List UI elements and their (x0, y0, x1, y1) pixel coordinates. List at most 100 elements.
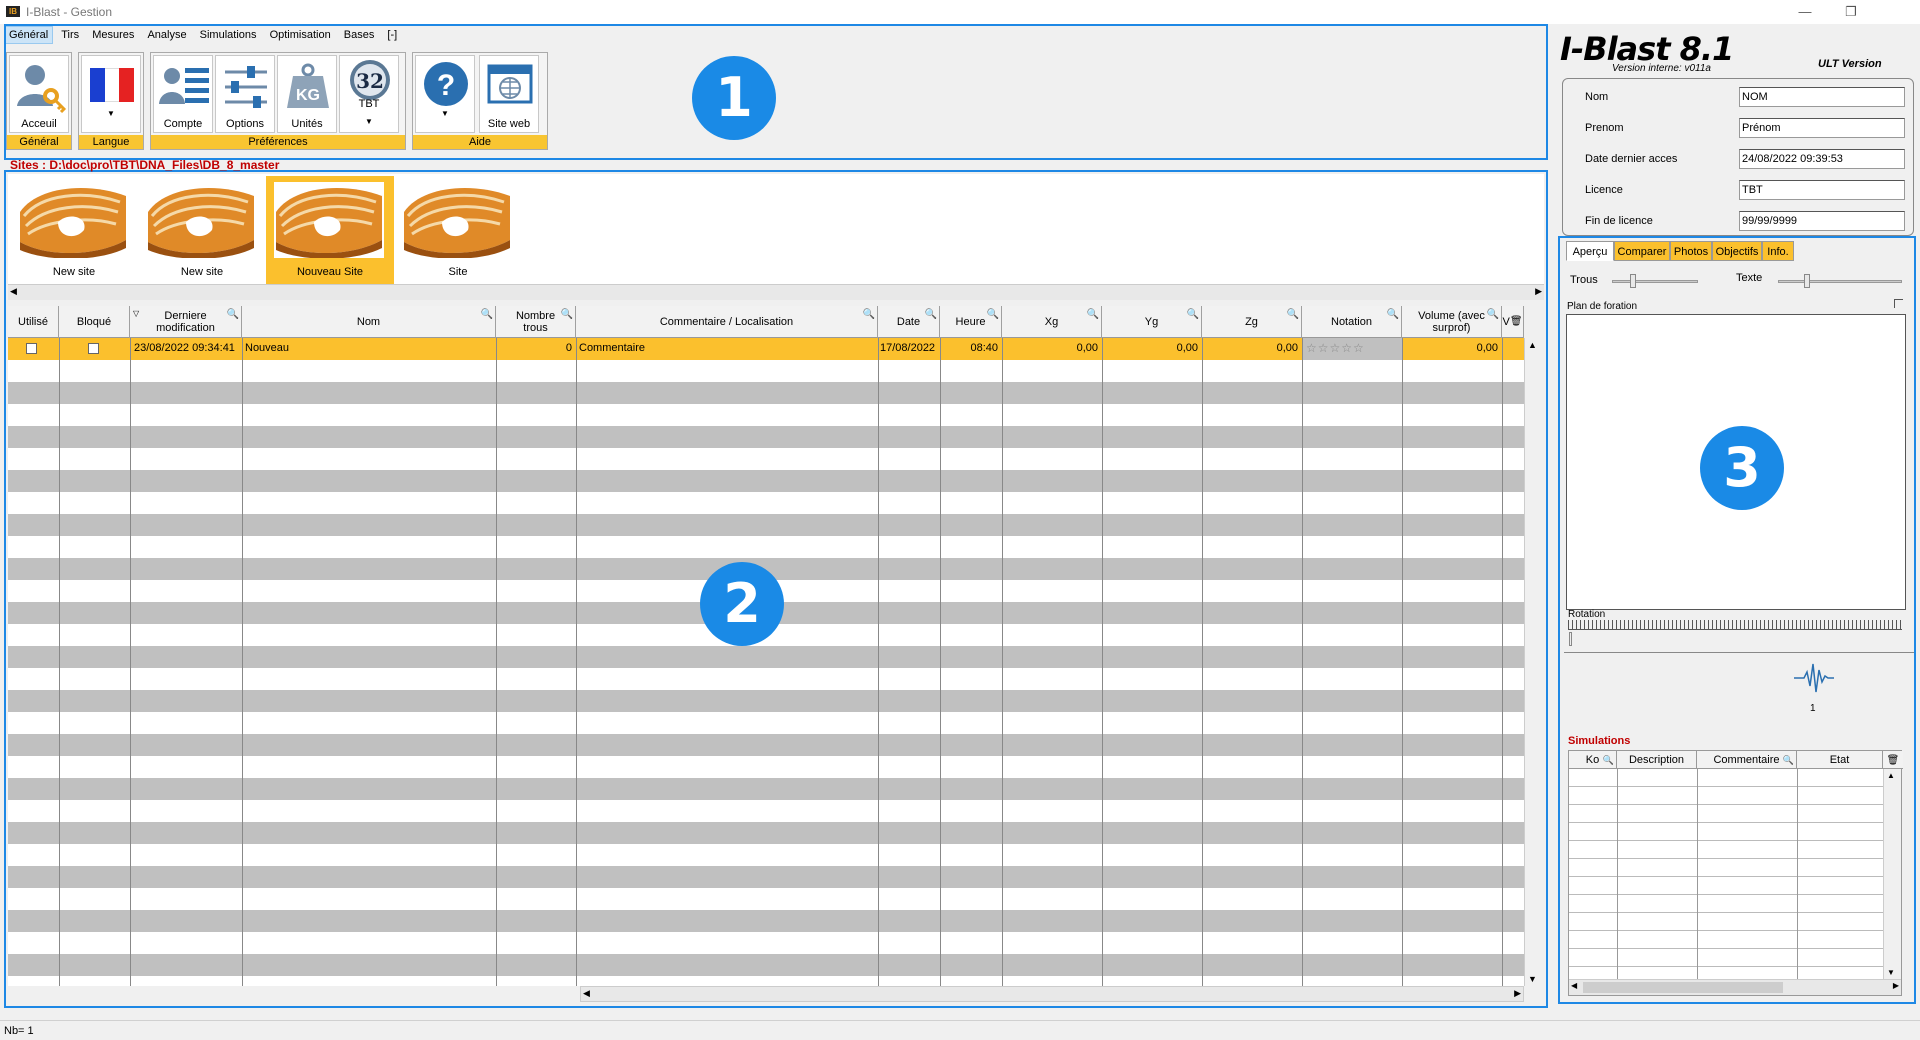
table-row[interactable] (8, 910, 1524, 932)
col-notation[interactable]: Notation 🔍 (1302, 306, 1402, 338)
col-bloque[interactable]: Bloqué (59, 306, 130, 338)
tbt-button[interactable]: 32 TBT ▼ (339, 55, 399, 133)
licence-field[interactable]: TBT (1739, 180, 1905, 200)
table-row[interactable] (8, 360, 1524, 382)
unites-button[interactable]: KG Unités (277, 55, 337, 133)
expand-corner-icon[interactable] (1894, 299, 1903, 308)
site-item-selected[interactable]: Nouveau Site (266, 176, 394, 284)
trash-icon[interactable]: 🗑 (1887, 755, 1900, 766)
table-row[interactable] (8, 470, 1524, 492)
tab-photos[interactable]: Photos (1670, 241, 1712, 261)
site-item[interactable]: New site (138, 176, 266, 284)
col-utilise[interactable]: Utilisé (8, 306, 59, 338)
search-icon[interactable]: 🔍 (1187, 309, 1199, 321)
scroll-left-icon[interactable]: ◀ (583, 988, 590, 999)
sim-col-description[interactable]: Description (1617, 751, 1697, 769)
tab-apercu[interactable]: Aperçu (1566, 241, 1614, 261)
sim-horizontal-scrollbar[interactable]: ◀ ▶ (1569, 979, 1901, 995)
col-heure[interactable]: Heure 🔍 (940, 306, 1002, 338)
restore-button[interactable]: ❐ (1828, 0, 1874, 24)
search-icon[interactable]: 🔍 (863, 309, 875, 321)
col-v[interactable]: V 🗑 (1502, 306, 1524, 338)
search-icon[interactable]: 🔍 (481, 309, 493, 321)
search-icon[interactable]: 🔍 (561, 309, 573, 321)
sim-col-trash[interactable]: 🗑 (1883, 751, 1903, 769)
trash-icon[interactable]: 🗑 (1510, 316, 1523, 328)
texte-slider[interactable] (1778, 280, 1902, 283)
sim-col-commentaire[interactable]: Commentaire 🔍 (1697, 751, 1797, 769)
col-xg[interactable]: Xg 🔍 (1002, 306, 1102, 338)
scroll-left-icon[interactable]: ◀ (1571, 981, 1577, 990)
scroll-right-icon[interactable]: ▶ (1514, 988, 1521, 999)
options-button[interactable]: Options (215, 55, 275, 133)
bloque-checkbox[interactable] (88, 343, 99, 354)
table-row[interactable] (8, 734, 1524, 756)
texte-slider-thumb[interactable] (1804, 274, 1810, 288)
table-row-selected[interactable]: 23/08/2022 09:34:41 Nouveau 0 Commentair… (8, 338, 1524, 360)
language-button[interactable]: ▼ (81, 55, 141, 133)
fin-licence-field[interactable]: 99/99/9999 (1739, 211, 1905, 231)
table-row[interactable] (8, 514, 1524, 536)
table-row[interactable] (8, 668, 1524, 690)
table-row[interactable] (8, 690, 1524, 712)
sites-scrollbar[interactable]: ◀ ▶ (8, 284, 1544, 300)
waveform-icon[interactable] (1794, 660, 1834, 696)
date-acces-field[interactable]: 24/08/2022 09:39:53 (1739, 149, 1905, 169)
search-icon[interactable]: 🔍 (1087, 309, 1099, 321)
scroll-left-icon[interactable]: ◀ (10, 286, 17, 297)
col-yg[interactable]: Yg 🔍 (1102, 306, 1202, 338)
grid-vertical-scrollbar[interactable]: ▲ ▼ (1524, 338, 1540, 986)
col-zg[interactable]: Zg 🔍 (1202, 306, 1302, 338)
trous-slider-thumb[interactable] (1630, 274, 1636, 288)
table-row[interactable] (8, 778, 1524, 800)
search-icon[interactable]: 🔍 (925, 309, 937, 321)
scroll-down-icon[interactable]: ▼ (1887, 968, 1895, 977)
table-row[interactable] (8, 822, 1524, 844)
minimize-button[interactable]: — (1782, 0, 1828, 24)
table-row[interactable] (8, 404, 1524, 426)
col-derniere-modification[interactable]: ▽ Derniere modification 🔍 (130, 306, 242, 338)
search-icon[interactable]: 🔍 (1603, 751, 1614, 769)
sim-vertical-scrollbar[interactable]: ▲ ▼ (1883, 769, 1901, 979)
scroll-right-icon[interactable]: ▶ (1893, 981, 1899, 990)
col-commentaire[interactable]: Commentaire / Localisation 🔍 (576, 306, 878, 338)
sim-col-ko[interactable]: Ko 🔍 (1569, 751, 1617, 769)
rating-stars[interactable]: ☆☆☆☆☆ (1306, 341, 1365, 355)
grid-horizontal-scrollbar[interactable]: ◀ ▶ (580, 986, 1524, 1002)
table-row[interactable] (8, 492, 1524, 514)
tab-objectifs[interactable]: Objectifs (1712, 241, 1762, 261)
scroll-up-icon[interactable]: ▲ (1528, 340, 1537, 350)
table-row[interactable] (8, 536, 1524, 558)
table-row[interactable] (8, 756, 1524, 778)
search-icon[interactable]: 🔍 (1783, 751, 1794, 769)
search-icon[interactable]: 🔍 (1287, 309, 1299, 321)
table-row[interactable] (8, 800, 1524, 822)
table-row[interactable] (8, 448, 1524, 470)
simulations-grid[interactable]: Ko 🔍 Description Commentaire 🔍 Etat 🗑 ▲ ▼ … (1568, 750, 1903, 996)
tirs-grid[interactable]: Utilisé Bloqué ▽ Derniere modification 🔍 N… (8, 306, 1524, 986)
col-date[interactable]: Date 🔍 (878, 306, 940, 338)
search-icon[interactable]: 🔍 (227, 309, 239, 321)
help-button[interactable]: ? ▼ (415, 55, 475, 133)
table-row[interactable] (8, 646, 1524, 668)
scroll-up-icon[interactable]: ▲ (1887, 771, 1895, 780)
table-row[interactable] (8, 426, 1524, 448)
site-item[interactable]: New site (10, 176, 138, 284)
trous-slider[interactable] (1612, 280, 1698, 283)
table-row[interactable] (8, 712, 1524, 734)
table-row[interactable] (8, 932, 1524, 954)
table-row[interactable] (8, 382, 1524, 404)
col-nom[interactable]: Nom 🔍 (242, 306, 496, 338)
scroll-thumb[interactable] (1583, 982, 1783, 993)
table-row[interactable] (8, 866, 1524, 888)
scroll-right-icon[interactable]: ▶ (1535, 286, 1542, 297)
table-row[interactable] (8, 844, 1524, 866)
prenom-field[interactable]: Prénom (1739, 118, 1905, 138)
compte-button[interactable]: Compte (153, 55, 213, 133)
col-nombre-trous[interactable]: Nombre trous 🔍 (496, 306, 576, 338)
nom-field[interactable]: NOM (1739, 87, 1905, 107)
rotation-slider-thumb[interactable] (1569, 632, 1572, 646)
site-item[interactable]: Site (394, 176, 522, 284)
utilise-checkbox[interactable] (26, 343, 37, 354)
table-row[interactable] (8, 954, 1524, 976)
